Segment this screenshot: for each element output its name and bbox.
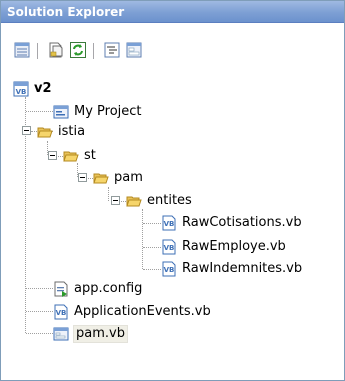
tree-item-label: My Project: [74, 104, 142, 119]
tree-item-label: ApplicationEvents.vb: [74, 304, 211, 319]
vb-form-icon: [53, 327, 69, 341]
tree-item-pam-vb[interactable]: pam.vb: [53, 324, 128, 344]
vb-project-icon: VB: [13, 81, 29, 97]
collapse-st-toggle[interactable]: [48, 151, 57, 160]
tree-line: [26, 333, 53, 334]
tree-item-label: st: [84, 148, 96, 163]
tree-item-label: RawEmploye.vb: [182, 239, 286, 254]
tree-item-label: istia: [58, 124, 86, 139]
tree-item-label: entites: [147, 193, 192, 208]
tree-item-file[interactable]: VB RawCotisations.vb: [161, 213, 302, 233]
tree-item-istia[interactable]: istia: [37, 122, 85, 142]
tree-line: [143, 223, 161, 224]
tree-item-label: v2: [34, 81, 52, 96]
svg-text:VB: VB: [164, 220, 175, 228]
svg-text:VB: VB: [164, 244, 175, 252]
folder-open-icon: [37, 127, 53, 138]
my-project-icon: [53, 105, 69, 119]
tree-item-label: app.config: [74, 281, 143, 296]
tree-item-label: pam.vb: [73, 325, 128, 343]
tree-item-label: RawCotisations.vb: [182, 215, 302, 230]
tree-line: [26, 111, 53, 112]
solution-tree: VB v2 My Project istia st pam entites VB…: [1, 1, 344, 380]
vb-file-icon: VB: [162, 261, 176, 277]
vb-file-icon: VB: [54, 304, 68, 320]
config-file-icon: [54, 281, 68, 297]
collapse-istia-toggle[interactable]: [22, 126, 31, 135]
vb-file-icon: VB: [162, 215, 176, 231]
tree-line: [142, 209, 143, 269]
tree-item-app-config[interactable]: app.config: [53, 279, 142, 299]
folder-open-icon: [63, 151, 79, 162]
svg-text:VB: VB: [16, 88, 27, 96]
tree-line: [26, 288, 53, 289]
tree-item-v2[interactable]: VB v2: [13, 79, 52, 99]
svg-text:VB: VB: [56, 309, 67, 317]
tree-item-my-project[interactable]: My Project: [53, 102, 142, 122]
collapse-pam-toggle[interactable]: [78, 173, 87, 182]
tree-item-file[interactable]: VB RawIndemnites.vb: [161, 259, 302, 279]
svg-text:VB: VB: [164, 266, 175, 274]
tree-line: [143, 247, 161, 248]
tree-item-label: pam: [114, 170, 143, 185]
tree-item-st[interactable]: st: [63, 146, 96, 166]
folder-open-icon: [126, 196, 142, 207]
tree-item-file[interactable]: VB RawEmploye.vb: [161, 237, 286, 257]
tree-line: [143, 269, 161, 270]
collapse-entites-toggle[interactable]: [111, 196, 120, 205]
tree-item-entites[interactable]: entites: [126, 191, 192, 211]
solution-explorer-window: Solution Explorer VB v2 My Project istia…: [0, 0, 345, 381]
tree-item-application-events[interactable]: VB ApplicationEvents.vb: [53, 302, 211, 322]
vb-file-icon: VB: [162, 239, 176, 255]
folder-open-icon: [93, 173, 109, 184]
tree-item-label: RawIndemnites.vb: [182, 261, 303, 276]
tree-line: [26, 311, 53, 312]
tree-item-pam[interactable]: pam: [93, 168, 143, 188]
tree-line: [108, 187, 109, 201]
